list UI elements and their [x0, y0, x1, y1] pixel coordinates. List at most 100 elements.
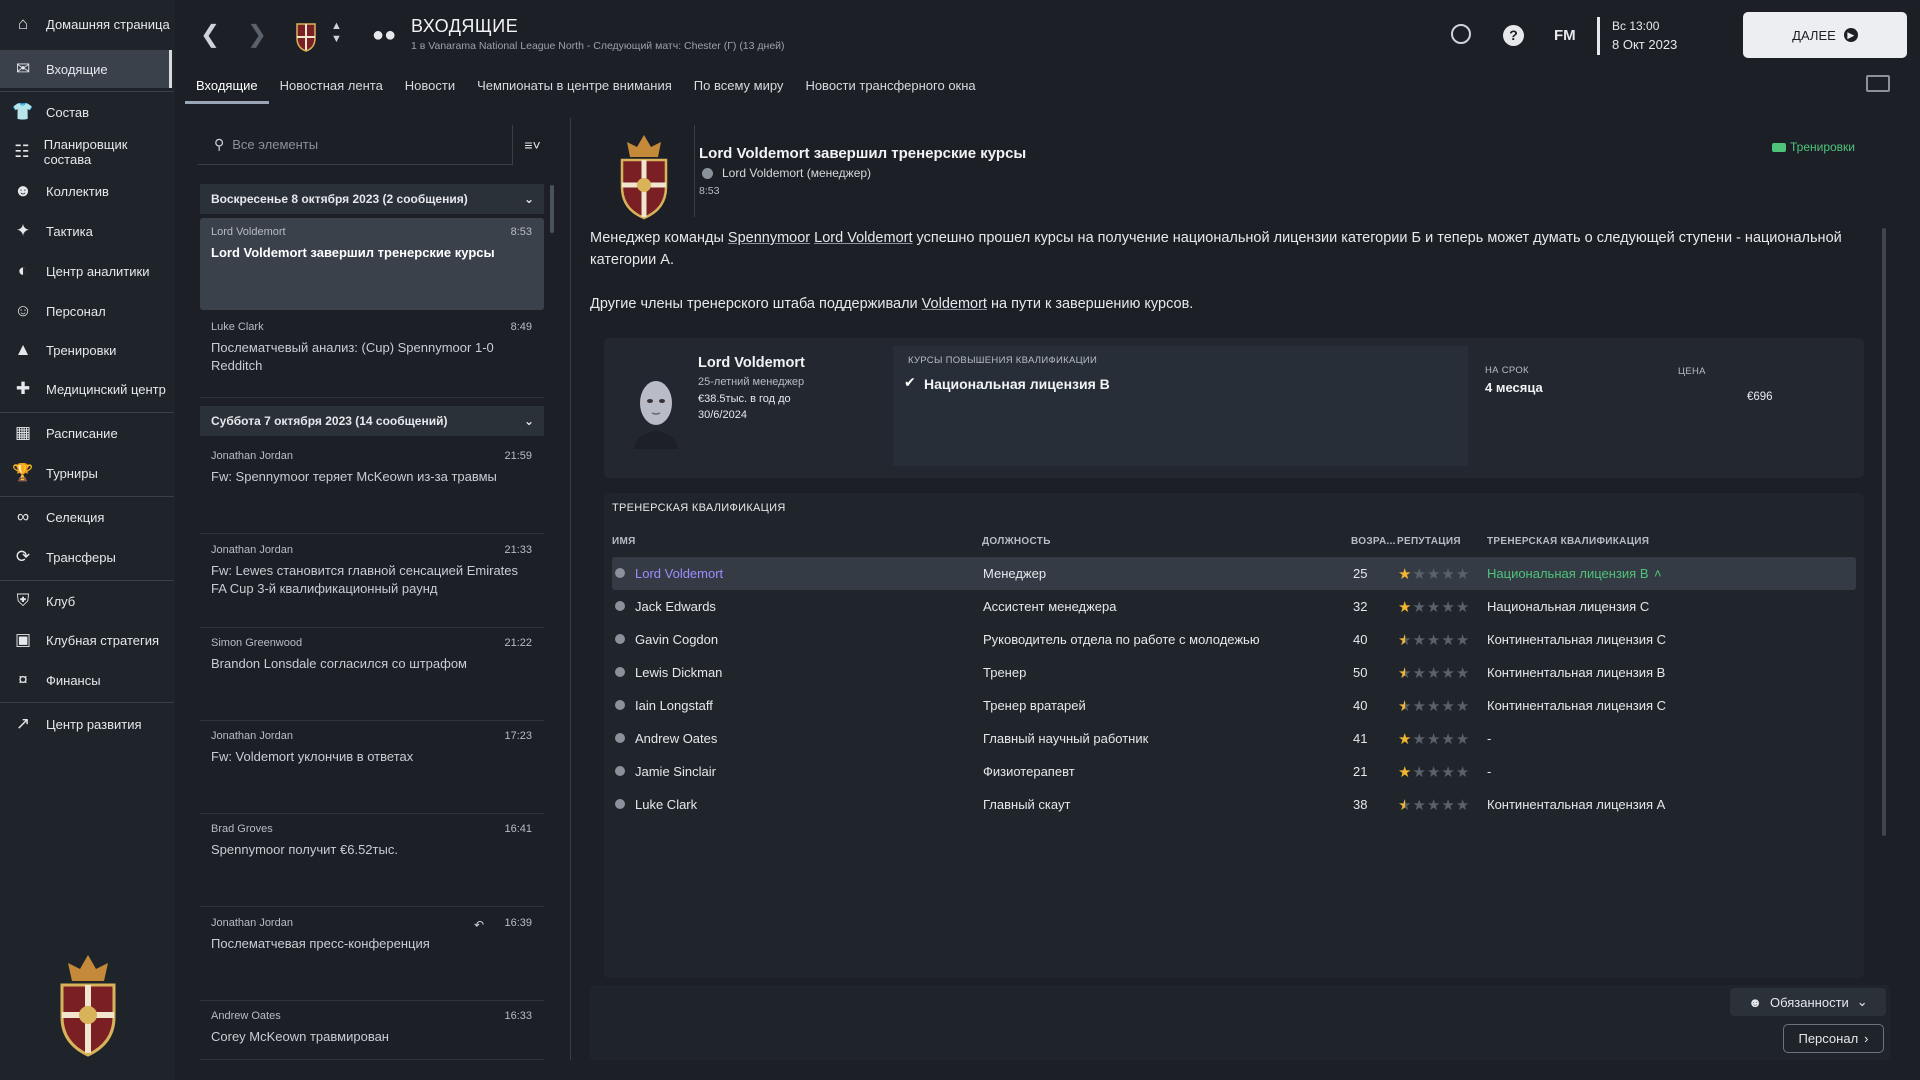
- sidebar-item-development[interactable]: ↗ Центр развития: [0, 705, 172, 743]
- duration-header: НА СРОК: [1485, 365, 1529, 376]
- staff-name[interactable]: Jack Edwards: [635, 599, 716, 614]
- sidebar-item-label: Тактика: [46, 223, 93, 239]
- sidebar-item-label: Входящие: [46, 61, 108, 77]
- sidebar-item-staff[interactable]: ☺ Персонал: [0, 292, 172, 330]
- sidebar-item-squad-planner[interactable]: ☷ Планировщик состава: [0, 133, 172, 171]
- staff-name[interactable]: Luke Clark: [635, 797, 697, 812]
- staff-button[interactable]: Персонал ›: [1783, 1024, 1884, 1053]
- section-title: ТРЕНЕРСКАЯ КВАЛИФИКАЦИЯ: [612, 502, 786, 514]
- forward-arrow-icon[interactable]: ❯: [247, 20, 267, 49]
- manager-link[interactable]: Lord Voldemort: [814, 230, 912, 246]
- sidebar-item-finances[interactable]: ¤ Финансы: [0, 661, 172, 699]
- column-header-qualification[interactable]: ТРЕНЕРСКАЯ КВАЛИФИКАЦИЯ: [1487, 536, 1649, 547]
- tab-league-spotlight[interactable]: Чемпионаты в центре внимания: [466, 78, 683, 104]
- group-header-sunday[interactable]: Воскресенье 8 октября 2023 (2 сообщения)…: [200, 184, 544, 214]
- group-header-label: Суббота 7 октября 2023 (14 сообщений): [211, 414, 448, 428]
- message-subject: Fw: Voldemort уклончив в ответах: [211, 749, 414, 764]
- sidebar-item-medical[interactable]: ✚ Медицинский центр: [0, 370, 172, 408]
- fm-logo[interactable]: FM: [1554, 27, 1576, 44]
- sidebar-item-squad[interactable]: 👕 Состав: [0, 93, 172, 131]
- club-crest-small-icon[interactable]: [294, 18, 318, 52]
- sidebar-item-transfers[interactable]: ⟳ Трансферы: [0, 538, 172, 576]
- sidebar-item-scouting[interactable]: ∞ Селекция: [0, 498, 172, 536]
- staff-name[interactable]: Lord Voldemort: [635, 566, 723, 581]
- table-row[interactable]: Jack Edwards Ассистент менеджера 32 ★★★★★ На…: [612, 590, 1856, 623]
- column-header-age[interactable]: ВОЗРА...: [1351, 536, 1396, 547]
- table-row[interactable]: Gavin Cogdon Руководитель отдела по работ…: [612, 623, 1856, 656]
- list-scrollbar[interactable]: [550, 185, 554, 233]
- sidebar-item-analytics[interactable]: ◐ Центр аналитики: [0, 252, 172, 290]
- message-subject: Послематчевая пресс-конференция: [211, 936, 430, 951]
- table-row[interactable]: Jamie Sinclair Физиотерапевт 21 ★★★★★ -: [612, 755, 1856, 788]
- person-icon: [615, 601, 625, 611]
- filter-menu-icon[interactable]: ≡˅: [512, 125, 552, 165]
- training-tag-icon: [1772, 143, 1786, 152]
- category-tag[interactable]: Тренировки: [1790, 140, 1855, 154]
- list-item[interactable]: Jonathan Jordan 17:23 Fw: Voldemort укло…: [200, 722, 544, 814]
- sidebar-item-home[interactable]: ⌂ Домашняя страница: [0, 5, 172, 43]
- staff-name[interactable]: Andrew Oates: [635, 731, 717, 746]
- club-crest-logo[interactable]: [52, 955, 124, 1060]
- people-icon: ☻: [1748, 994, 1762, 1010]
- list-item[interactable]: Jonathan Jordan 21:59 Fw: Spennymoor тер…: [200, 442, 544, 534]
- sidebar-item-schedule[interactable]: ▦ Расписание: [0, 414, 172, 452]
- sidebar-item-dynamics[interactable]: ☻ Коллектив: [0, 172, 172, 210]
- table-row[interactable]: Iain Longstaff Тренер вратарей 40 ★★★★★ Конт…: [612, 689, 1856, 722]
- sidebar-item-club-vision[interactable]: ▣ Клубная стратегия: [0, 621, 172, 659]
- tab-transfer-news[interactable]: Новости трансферного окна: [794, 78, 986, 104]
- staff-name[interactable]: Lewis Dickman: [635, 665, 722, 680]
- chevron-up-icon: ˄: [1654, 566, 1662, 581]
- search-input[interactable]: ⚲ Все элементы: [198, 125, 512, 165]
- list-item[interactable]: Simon Greenwood 21:22 Brandon Lonsdale с…: [200, 629, 544, 721]
- group-header-saturday[interactable]: Суббота 7 октября 2023 (14 сообщений) ⌄: [200, 406, 544, 436]
- help-icon[interactable]: ?: [1503, 25, 1524, 46]
- staff-name[interactable]: Gavin Cogdon: [635, 632, 718, 647]
- up-down-chevrons-icon[interactable]: ▲ ▼: [331, 20, 342, 46]
- table-row[interactable]: Andrew Oates Главный научный работник 41 ★★…: [612, 722, 1856, 755]
- sidebar-item-training[interactable]: ▲ Тренировки: [0, 331, 172, 369]
- manager-link[interactable]: Voldemort: [922, 296, 987, 312]
- staff-name[interactable]: Jamie Sinclair: [635, 764, 716, 779]
- column-header-role[interactable]: ДОЛЖНОСТЬ: [982, 536, 1051, 547]
- sidebar-item-competitions[interactable]: 🏆 Турниры: [0, 454, 172, 492]
- star-icon: ★: [1398, 698, 1413, 715]
- message-sender: Andrew Oates: [211, 1010, 281, 1022]
- monitor-icon[interactable]: [1866, 75, 1890, 92]
- list-item[interactable]: Jonathan Jordan 21:33 Fw: Lewes становит…: [200, 536, 544, 628]
- sidebar-item-label: Тренировки: [46, 342, 117, 358]
- list-item[interactable]: Jonathan Jordan 16:39 ↶ Послематчевая пр…: [200, 909, 544, 1001]
- globe-icon[interactable]: [1451, 24, 1471, 44]
- sidebar-item-tactics[interactable]: ✦ Тактика: [0, 212, 172, 250]
- star-icon: ★: [1398, 665, 1413, 682]
- duties-dropdown[interactable]: ☻ Обязанности ⌄: [1730, 988, 1886, 1016]
- back-arrow-icon[interactable]: ❮: [200, 20, 220, 49]
- star-icon: ★: [1455, 764, 1471, 781]
- club-link[interactable]: Spennymoor: [728, 230, 810, 246]
- column-header-reputation[interactable]: РЕПУТАЦИЯ: [1397, 536, 1461, 547]
- table-row[interactable]: Lord Voldemort Менеджер 25 ★★★★★ Национальна…: [612, 557, 1856, 590]
- detail-scrollbar[interactable]: [1882, 228, 1886, 836]
- staff-name[interactable]: Iain Longstaff: [635, 698, 713, 713]
- tab-inbox[interactable]: Входящие: [185, 78, 269, 104]
- staff-name[interactable]: Lord Voldemort: [698, 355, 805, 371]
- tab-news-feed[interactable]: Новостная лента: [269, 78, 394, 104]
- binoculars-icon[interactable]: ●●: [372, 24, 396, 47]
- sidebar-item-club[interactable]: ⛨ Клуб: [0, 582, 172, 620]
- staff-face-avatar[interactable]: [630, 375, 682, 449]
- list-item[interactable]: Andrew Oates 16:33 Corey McKeown травмир…: [200, 1002, 544, 1060]
- message-time: 21:33: [504, 544, 532, 556]
- price-header: ЦЕНА: [1678, 366, 1706, 377]
- list-item[interactable]: Lord Voldemort 8:53 Lord Voldemort завер…: [200, 218, 544, 310]
- table-row[interactable]: Lewis Dickman Тренер 50 ★★★★★ Континентальна…: [612, 656, 1856, 689]
- table-row[interactable]: Luke Clark Главный скаут 38 ★★★★★ Континента…: [612, 788, 1856, 821]
- course-header: КУРСЫ ПОВЫШЕНИЯ КВАЛИФИКАЦИИ: [908, 355, 1098, 366]
- message-author[interactable]: Lord Voldemort (менеджер): [722, 166, 871, 180]
- column-header-name[interactable]: ИМЯ: [612, 536, 636, 547]
- list-item[interactable]: Brad Groves 16:41 Spennymoor получит €6.…: [200, 815, 544, 907]
- continue-button[interactable]: ДАЛЕЕ ▶: [1743, 12, 1907, 58]
- divider: [0, 91, 174, 92]
- sidebar-item-inbox[interactable]: ✉ Входящие: [0, 50, 172, 88]
- tab-news[interactable]: Новости: [394, 78, 466, 104]
- tab-around-world[interactable]: По всему миру: [683, 78, 795, 104]
- list-item[interactable]: Luke Clark 8:49 Послематчевый анализ: (C…: [200, 313, 544, 398]
